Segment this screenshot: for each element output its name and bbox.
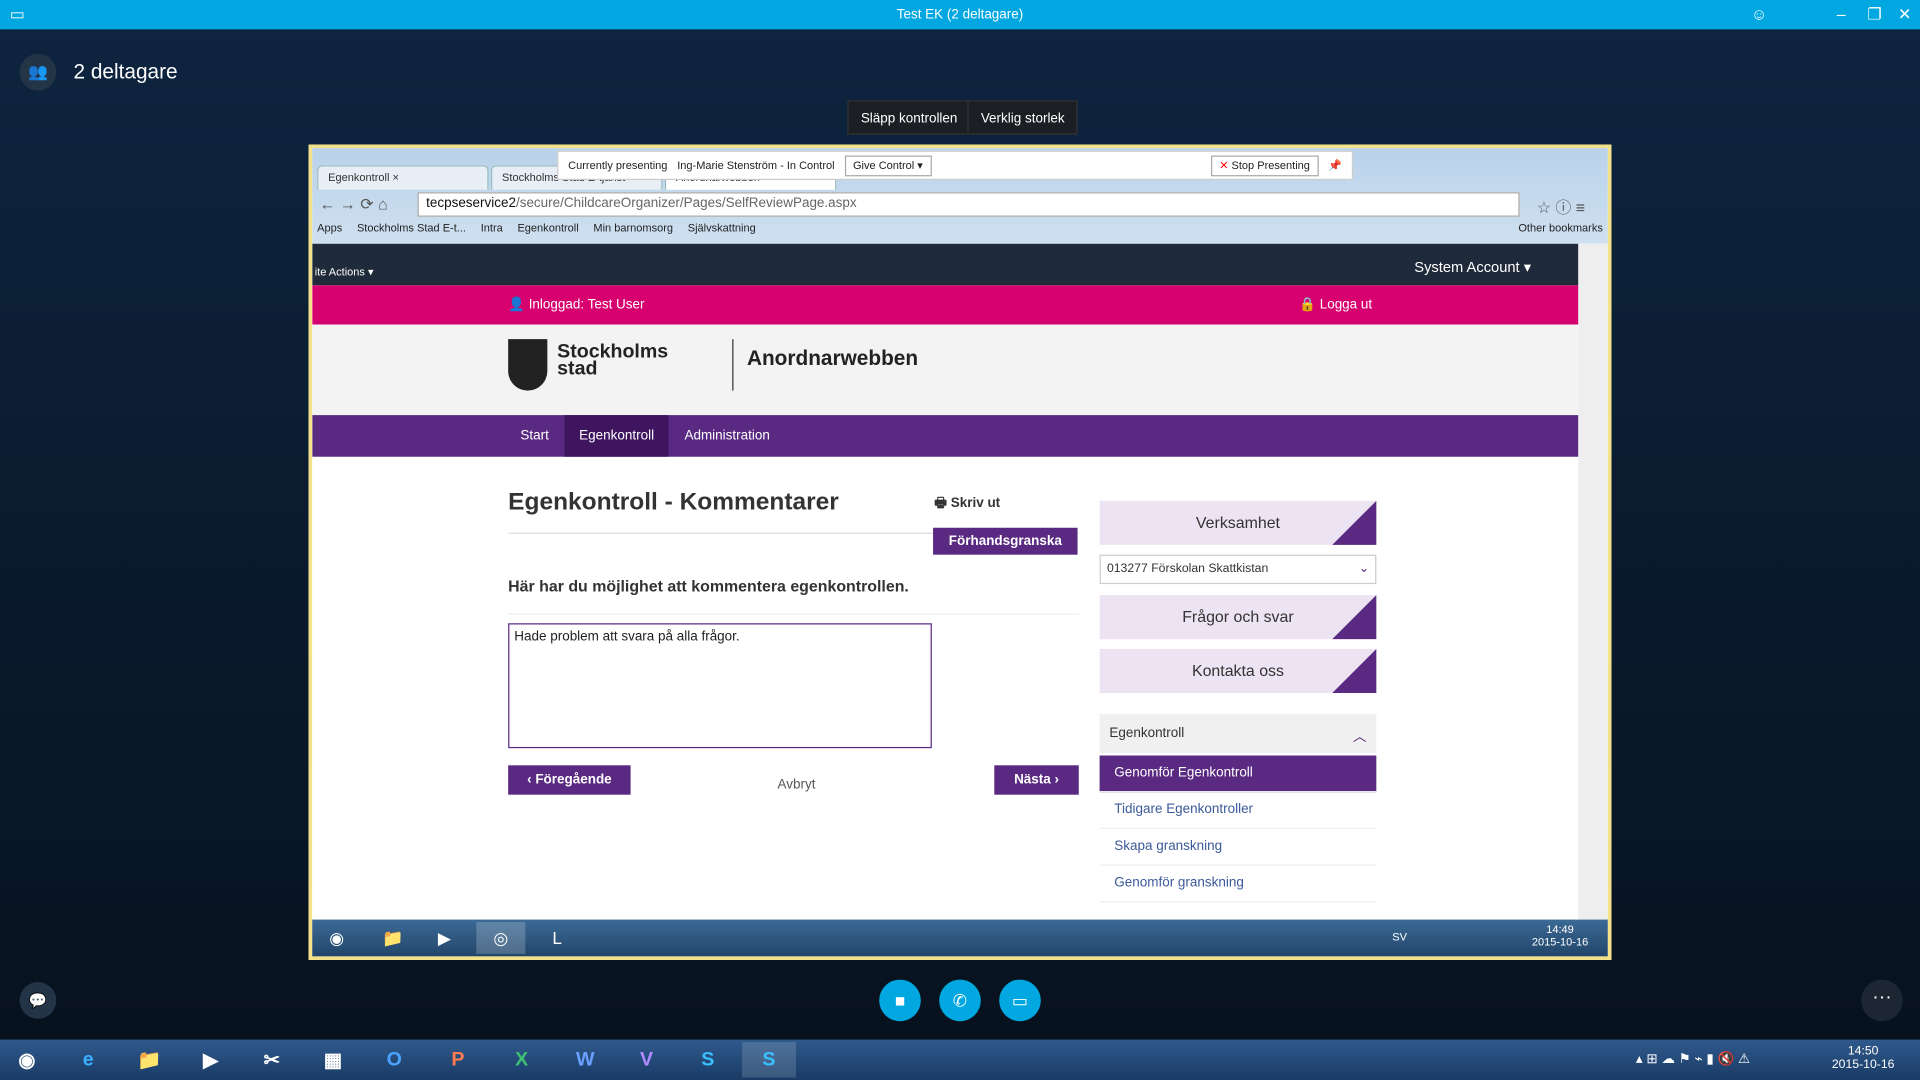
system-account-menu[interactable]: System Account ▾	[1414, 258, 1531, 275]
more-button[interactable]: ···	[1861, 979, 1903, 1022]
comment-textarea[interactable]: Hade problem att svara på alla frågor.	[508, 623, 932, 749]
main-nav: Start Egenkontroll Administration	[312, 415, 1579, 457]
media-icon[interactable]: ▶	[184, 1042, 238, 1078]
chrome-icon[interactable]: ◎	[476, 922, 526, 954]
faq-box[interactable]: Frågor och svar +	[1099, 595, 1418, 643]
participants[interactable]: 👥 2 deltagare	[19, 53, 178, 91]
pin-icon[interactable]: 📌	[1328, 159, 1342, 172]
browser-chrome: Egenkontroll × Stockholms Stad E-tjänst …	[312, 148, 1608, 244]
user-bar: 👤 Inloggad: Test User 🔒 Logga ut	[312, 285, 1579, 325]
skype-icon[interactable]: S	[681, 1042, 735, 1078]
nav-egenkontroll[interactable]: Egenkontroll	[564, 415, 669, 457]
side-link[interactable]: Genomför granskning	[1099, 866, 1377, 903]
close-icon[interactable]: ✕	[1898, 5, 1911, 25]
share-screen-button[interactable]: ▭	[999, 979, 1041, 1022]
emoji-icon[interactable]: ☺	[1751, 5, 1767, 23]
actual-size-button[interactable]: Verklig storlek	[967, 100, 1079, 135]
side-link[interactable]: Skapa granskning	[1099, 829, 1377, 866]
release-control-button[interactable]: Släpp kontrollen	[847, 100, 971, 135]
tray-icons[interactable]: ▴ ⊞ ☁ ⚑ ⌁ ▮ 🔇 ⚠	[1636, 1051, 1750, 1067]
header: Stockholms stad Anordnarwebben	[312, 324, 1579, 416]
page-title: Egenkontroll - Kommentarer	[508, 488, 839, 516]
other-bookmarks[interactable]: Other bookmarks	[1518, 222, 1603, 234]
side-link[interactable]: Tidigare Egenkontroller	[1099, 792, 1377, 829]
back-icon[interactable]: ← → ⟳ ⌂	[320, 195, 388, 215]
cancel-link[interactable]: Avbryt	[778, 778, 816, 793]
window-title: Test EK (2 deltagare)	[896, 7, 1024, 23]
people-icon: 👥	[19, 53, 57, 91]
clock[interactable]: 14:50 2015-10-16	[1832, 1044, 1895, 1071]
sharepoint-bar: ite Actions ▾ System Account ▾	[312, 243, 1579, 286]
windows-taskbar: ◉ e 📁 ▶ ✂ ▦ O P X W V S S ▴ ⊞ ☁ ⚑ ⌁ ▮ 🔇 …	[0, 1039, 1920, 1080]
presenting-label: Currently presenting	[568, 159, 668, 172]
intro-text: Här har du möjlighet att kommentera egen…	[508, 576, 909, 596]
nav-administration[interactable]: Administration	[670, 415, 785, 457]
skype-business-icon[interactable]: S	[742, 1042, 796, 1078]
app-name: Anordnarwebben	[746, 346, 919, 370]
verksamhet-box[interactable]: Verksamhet ×	[1099, 500, 1418, 549]
visio-icon[interactable]: V	[620, 1042, 674, 1078]
language-indicator: SV	[1392, 930, 1407, 943]
bookmark[interactable]: Stockholms Stad E-t...	[357, 222, 466, 234]
nav-start[interactable]: Start	[506, 415, 564, 457]
bookmark[interactable]: Intra	[481, 222, 503, 234]
print-link[interactable]: 🖶 Skriv ut	[934, 492, 1000, 515]
egenkontroll-section[interactable]: Egenkontroll ︿	[1099, 713, 1377, 754]
explorer-icon[interactable]: 📁	[369, 922, 418, 954]
chat-button[interactable]: 💬	[19, 982, 57, 1019]
title-bar: Test EK (2 deltagare)	[0, 0, 1920, 30]
bookmarks-bar: Apps Stockholms Stad E-t... Intra Egenko…	[317, 222, 1603, 234]
restore-icon[interactable]: ❐	[1867, 5, 1881, 25]
stockholm-crest-logo	[508, 339, 548, 391]
preview-button[interactable]: Förhandsgranska	[933, 527, 1078, 555]
logo-text: Stockholms stad	[557, 341, 669, 380]
verksamhet-select[interactable]: 013277 Förskolan Skattkistan ⌄	[1099, 554, 1377, 585]
word-icon[interactable]: W	[558, 1042, 612, 1078]
video-button[interactable]: ■	[879, 979, 921, 1022]
site-actions-menu[interactable]: ite Actions ▾	[315, 266, 374, 279]
tab-egenkontroll[interactable]: Egenkontroll ×	[317, 165, 489, 190]
calculator-icon[interactable]: ▦	[306, 1042, 360, 1078]
explorer-icon[interactable]: 📁	[122, 1042, 176, 1078]
side-link-active[interactable]: Genomför Egenkontroll	[1099, 755, 1377, 793]
star-icon[interactable]: ☆ ⓘ ≡	[1537, 195, 1585, 218]
bookmark[interactable]: Självskattning	[688, 222, 756, 234]
logout-link[interactable]: 🔒 Logga ut	[1299, 296, 1372, 313]
remote-taskbar: ◉ 📁 ▶ ◎ L SV 14:49 2015-10-16	[312, 919, 1608, 957]
outlook-icon[interactable]: O	[367, 1042, 421, 1078]
lync-icon[interactable]: L	[533, 922, 582, 954]
remote-clock: 14:49 2015-10-16	[1531, 923, 1589, 948]
call-button[interactable]: ✆	[939, 979, 981, 1022]
shared-screen[interactable]: Egenkontroll × Stockholms Stad E-tjänst …	[308, 144, 1612, 960]
start-icon[interactable]: ◉	[0, 1042, 54, 1078]
bookmark[interactable]: Egenkontroll	[517, 222, 578, 234]
scrollbar[interactable]	[1578, 243, 1608, 920]
give-control-dropdown[interactable]: Give Control ▾	[844, 154, 932, 176]
next-button[interactable]: Nästa ›	[994, 765, 1079, 795]
contact-box[interactable]: Kontakta oss +	[1099, 648, 1418, 697]
participants-label: 2 deltagare	[73, 60, 178, 84]
excel-icon[interactable]: X	[495, 1042, 549, 1078]
minimize-icon[interactable]: –	[1837, 5, 1846, 23]
start-icon[interactable]: ◉	[312, 922, 361, 954]
bookmark[interactable]: Min barnomsorg	[593, 222, 673, 234]
previous-button[interactable]: ‹ Föregående	[508, 765, 631, 795]
bookmark-apps[interactable]: Apps	[317, 222, 342, 234]
logged-in-label: 👤 Inloggad: Test User	[508, 297, 645, 313]
chat-icon: ▭	[9, 4, 25, 24]
address-bar[interactable]: tecpseservice2/secure/ChildcareOrganizer…	[417, 192, 1520, 217]
presenting-user: Ing-Marie Stenström - In Control	[677, 159, 835, 172]
powerpoint-icon[interactable]: P	[431, 1042, 485, 1078]
stop-presenting-button[interactable]: ✕ Stop Presenting	[1210, 154, 1319, 176]
media-icon[interactable]: ▶	[420, 922, 469, 954]
web-page: ite Actions ▾ System Account ▾ 👤 Inlogga…	[312, 243, 1579, 920]
presenting-bar: Currently presenting Ing-Marie Stenström…	[557, 150, 1354, 180]
skype-window: Test EK (2 deltagare) ▭ ☺ – ❐ ✕ 👥 2 delta…	[0, 0, 1920, 1080]
ie-icon[interactable]: e	[61, 1042, 115, 1078]
snipping-icon[interactable]: ✂	[245, 1042, 299, 1078]
